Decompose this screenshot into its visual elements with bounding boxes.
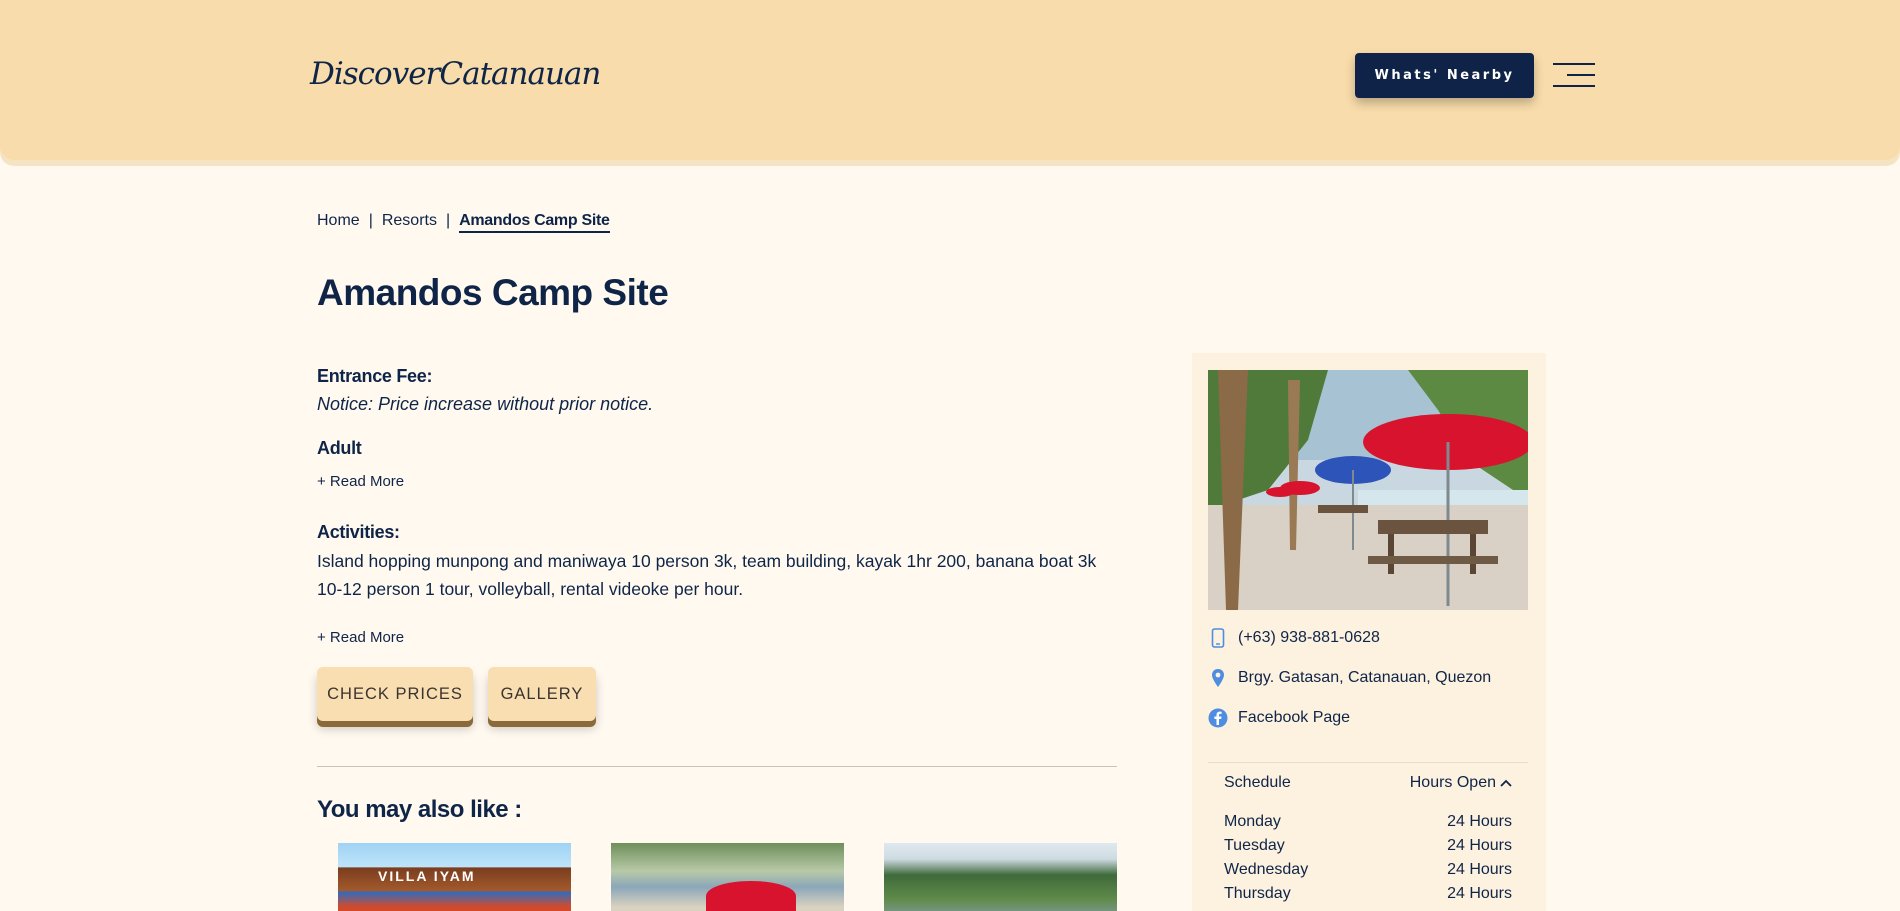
menu-icon[interactable] <box>1553 63 1595 87</box>
schedule-day: Thursday <box>1224 885 1291 902</box>
breadcrumb: Home | Resorts | Amandos Camp Site <box>317 212 610 233</box>
phone-number[interactable]: (+63) 938-881-0628 <box>1238 629 1380 647</box>
thumbnail-sign-text: VILLA IYAM <box>378 868 476 884</box>
resort-photo[interactable] <box>1208 370 1528 610</box>
umbrella-shape <box>706 881 796 911</box>
page-title: Amandos Camp Site <box>317 272 669 313</box>
beach-photo-illustration <box>1208 370 1528 610</box>
section-divider <box>317 766 1117 767</box>
phone-row[interactable]: (+63) 938-881-0628 <box>1208 628 1380 648</box>
entrance-fee-label: Entrance Fee: <box>317 366 433 386</box>
gallery-button[interactable]: GALLERY <box>488 667 596 721</box>
schedule-header[interactable]: Schedule Hours Open <box>1224 774 1512 792</box>
breadcrumb-current[interactable]: Amandos Camp Site <box>459 212 610 233</box>
facebook-row[interactable]: Facebook Page <box>1208 708 1350 728</box>
also-like-heading: You may also like : <box>317 796 522 823</box>
related-resort-thumbnail[interactable]: VILLA IYAM <box>338 843 571 911</box>
hours-open-label: Hours Open <box>1409 774 1496 791</box>
resort-info-sidebar: (+63) 938-881-0628 Brgy. Gatasan, Catana… <box>1192 353 1546 911</box>
site-header: DiscoverCatanauan Whats' Nearby <box>0 0 1900 160</box>
breadcrumb-separator: | <box>445 212 451 229</box>
breadcrumb-resorts[interactable]: Resorts <box>382 212 437 233</box>
read-more-activities-link[interactable]: + Read More <box>317 629 404 646</box>
schedule-row: Monday 24 Hours <box>1224 813 1512 831</box>
chevron-up-icon <box>1500 779 1512 787</box>
schedule-day: Tuesday <box>1224 837 1285 854</box>
facebook-link[interactable]: Facebook Page <box>1238 709 1350 727</box>
address-text[interactable]: Brgy. Gatasan, Catanauan, Quezon <box>1238 669 1491 687</box>
schedule-row: Wednesday 24 Hours <box>1224 861 1512 879</box>
schedule-divider <box>1208 762 1528 763</box>
related-resort-thumbnail[interactable] <box>884 843 1117 911</box>
check-prices-button[interactable]: CHECK PRICES <box>317 667 473 721</box>
schedule-hours: 24 Hours <box>1447 813 1512 830</box>
whats-nearby-button[interactable]: Whats' Nearby <box>1355 53 1534 98</box>
schedule-hours: 24 Hours <box>1447 837 1512 854</box>
adult-label: Adult <box>317 438 362 458</box>
schedule-hours: 24 Hours <box>1447 885 1512 902</box>
activities-text: Island hopping munpong and maniwaya 10 p… <box>317 551 1097 599</box>
hours-open-toggle[interactable]: Hours Open <box>1410 774 1512 792</box>
schedule-row: Thursday 24 Hours <box>1224 885 1512 903</box>
address-row[interactable]: Brgy. Gatasan, Catanauan, Quezon <box>1208 668 1491 688</box>
schedule-day: Wednesday <box>1224 861 1309 878</box>
location-pin-icon <box>1208 668 1228 688</box>
schedule-hours: 24 Hours <box>1447 861 1512 878</box>
facebook-icon <box>1208 708 1228 728</box>
site-logo[interactable]: DiscoverCatanauan <box>310 56 601 92</box>
breadcrumb-home[interactable]: Home <box>317 212 360 233</box>
phone-icon <box>1208 628 1228 648</box>
activities-label: Activities: <box>317 522 400 542</box>
schedule-row: Tuesday 24 Hours <box>1224 837 1512 855</box>
price-notice: Notice: Price increase without prior not… <box>317 394 654 414</box>
read-more-fees-link[interactable]: + Read More <box>317 473 404 490</box>
breadcrumb-separator: | <box>368 212 373 229</box>
related-resort-thumbnail[interactable] <box>611 843 844 911</box>
schedule-label: Schedule <box>1224 774 1291 791</box>
schedule-day: Monday <box>1224 813 1281 830</box>
